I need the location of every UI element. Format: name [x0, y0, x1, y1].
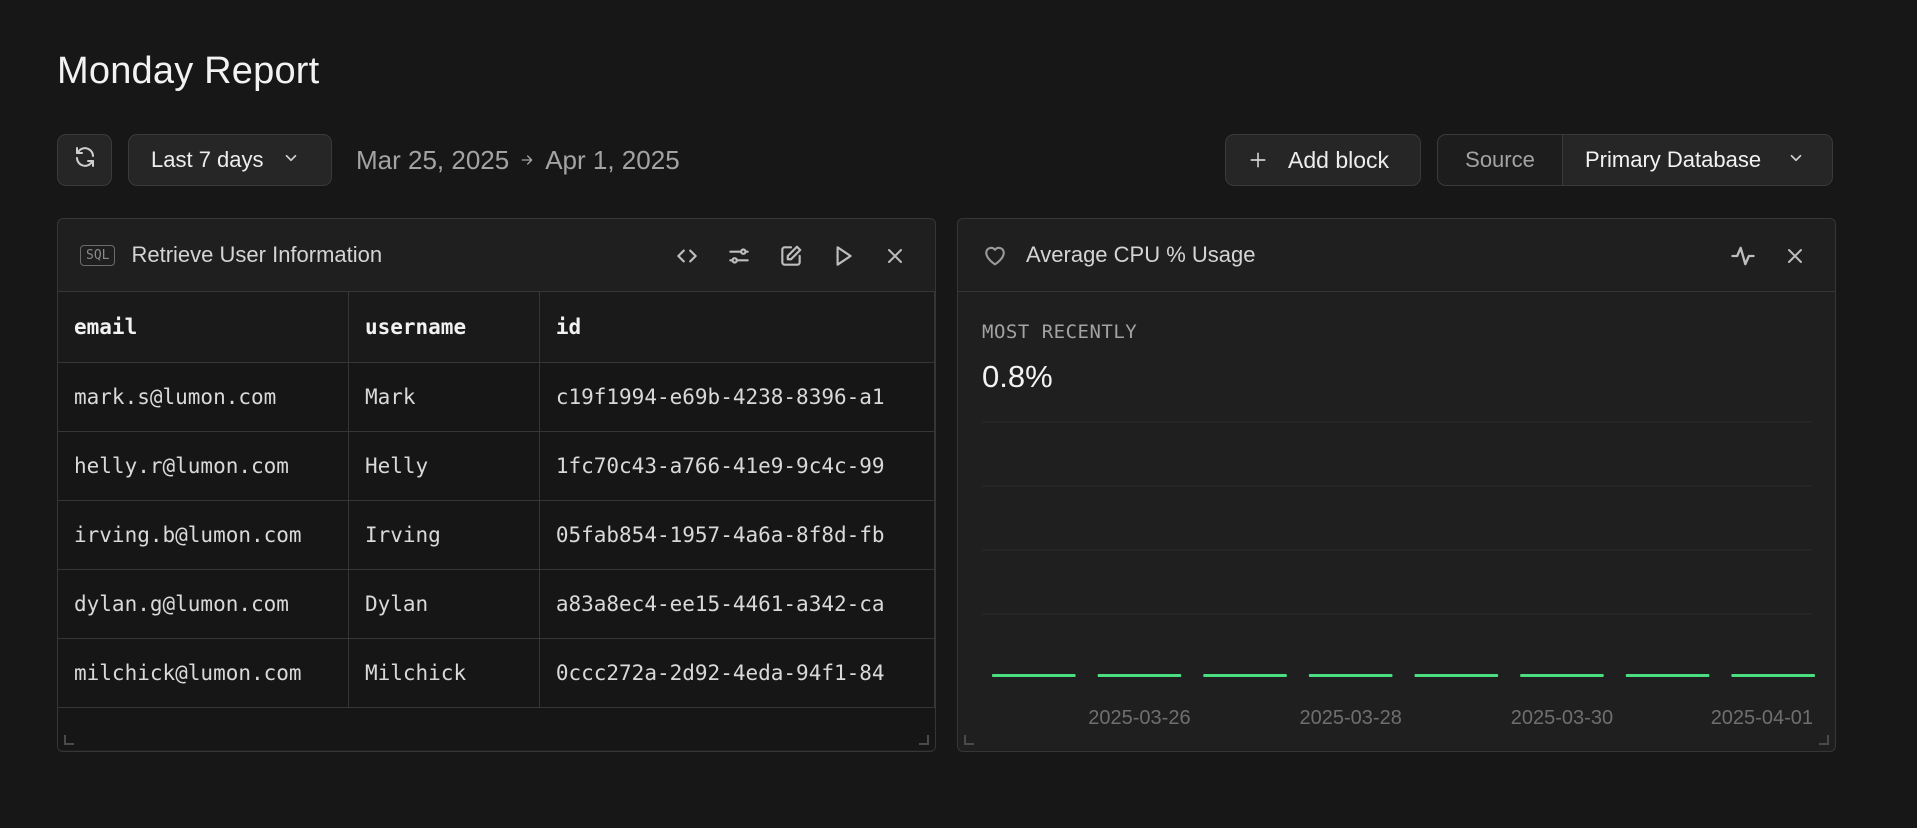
sql-block-title: Retrieve User Information	[131, 242, 383, 267]
chart-bar[interactable]	[1203, 674, 1287, 677]
play-icon	[836, 245, 852, 266]
x-tick-label: 2025-03-30	[1511, 707, 1613, 729]
add-block-button[interactable]: Add block	[1225, 134, 1421, 186]
x-tick-label: 2025-04-01	[1711, 707, 1813, 729]
cpu-usage-chart: 2025-03-26 2025-03-28 2025-03-30 2025-04-01	[982, 421, 1815, 729]
add-block-label: Add block	[1288, 146, 1390, 173]
table-cell[interactable]: 05fab854-1957-4a6a-8f8d-fb	[539, 500, 935, 570]
date-from: Mar 25, 2025	[356, 144, 510, 175]
date-range-display: Mar 25, 2025 Apr 1, 2025	[356, 134, 680, 186]
chart-bar[interactable]	[992, 674, 1076, 677]
cpu-block: Average CPU % Usage MOST RECENTLY 0.8% 2…	[957, 218, 1836, 752]
edit-button[interactable]	[765, 236, 817, 276]
code-view-button[interactable]	[661, 236, 713, 276]
edit-icon	[781, 245, 802, 266]
plus-icon	[1248, 150, 1268, 170]
table-cell[interactable]: 1fc70c43-a766-41e9-9c4c-99	[539, 431, 935, 501]
table-header-row: email username id	[58, 292, 935, 363]
chevron-down-icon	[1787, 147, 1805, 173]
column-header[interactable]: email	[58, 292, 349, 363]
table-cell[interactable]: Mark	[348, 362, 540, 432]
table-cell[interactable]: a83a8ec4-ee15-4461-a342-ca	[539, 569, 935, 639]
source-label: Source	[1438, 135, 1563, 185]
sql-block-header: SQL Retrieve User Information	[58, 219, 935, 292]
settings-button[interactable]	[713, 236, 765, 276]
table-cell[interactable]: dylan.g@lumon.com	[58, 569, 349, 639]
x-tick-label: 2025-03-26	[1088, 707, 1190, 729]
date-range-select[interactable]: Last 7 days	[128, 134, 332, 186]
chart-bar[interactable]	[1625, 674, 1710, 677]
chart-bar[interactable]	[1731, 674, 1815, 677]
close-button[interactable]	[869, 236, 921, 276]
arrow-right-icon	[519, 152, 535, 168]
results-table: email username id mark.s@lumon.com Mark …	[58, 292, 935, 708]
resize-handle[interactable]	[964, 735, 974, 745]
table-row: dylan.g@lumon.com Dylan a83a8ec4-ee15-44…	[58, 569, 935, 639]
table-cell[interactable]: Dylan	[348, 569, 540, 639]
source-select[interactable]: Primary Database	[1563, 135, 1832, 185]
resize-handle[interactable]	[64, 735, 74, 745]
sliders-icon	[729, 247, 749, 264]
table-cell[interactable]: 0ccc272a-2d92-4eda-94f1-84	[539, 638, 935, 708]
sql-block: SQL Retrieve User Information email user…	[57, 218, 936, 752]
column-header[interactable]: id	[539, 292, 935, 363]
table-cell[interactable]: Milchick	[348, 638, 540, 708]
column-header[interactable]: username	[348, 292, 540, 363]
table-cell[interactable]: helly.r@lumon.com	[58, 431, 349, 501]
range-label: Last 7 days	[151, 147, 264, 172]
resize-handle[interactable]	[919, 735, 929, 745]
close-icon	[888, 248, 902, 263]
toolbar: Last 7 days Mar 25, 2025 Apr 1, 2025 Add…	[57, 134, 1833, 186]
chevron-down-icon	[282, 147, 300, 173]
table-cell[interactable]: milchick@lumon.com	[58, 638, 349, 708]
chart-bar[interactable]	[1414, 674, 1499, 677]
chart-bar[interactable]	[1520, 674, 1604, 677]
table-row: mark.s@lumon.com Mark c19f1994-e69b-4238…	[58, 362, 935, 432]
table-cell[interactable]: Helly	[348, 431, 540, 501]
sql-icon: SQL	[80, 244, 116, 266]
source-value: Primary Database	[1585, 147, 1762, 172]
table-cell[interactable]: irving.b@lumon.com	[58, 500, 349, 570]
refresh-button[interactable]	[57, 134, 112, 186]
table-row: helly.r@lumon.com Helly 1fc70c43-a766-41…	[58, 431, 935, 501]
date-to: Apr 1, 2025	[545, 144, 680, 175]
table-row: irving.b@lumon.com Irving 05fab854-1957-…	[58, 500, 935, 570]
table-cell[interactable]: c19f1994-e69b-4238-8396-a1	[539, 362, 935, 432]
x-tick-label: 2025-03-28	[1300, 707, 1402, 729]
table-cell[interactable]: mark.s@lumon.com	[58, 362, 349, 432]
chart-bar[interactable]	[1308, 674, 1393, 677]
code-icon	[677, 249, 697, 262]
refresh-icon	[73, 145, 97, 175]
page-title: Monday Report	[57, 50, 320, 92]
resize-handle[interactable]	[1819, 735, 1829, 745]
chart-bar[interactable]	[1097, 674, 1182, 677]
table-row: milchick@lumon.com Milchick 0ccc272a-2d9…	[58, 638, 935, 708]
source-selector: Source Primary Database	[1437, 134, 1833, 186]
table-cell[interactable]: Irving	[348, 500, 540, 570]
run-button[interactable]	[817, 236, 869, 276]
table-footer	[58, 707, 935, 750]
